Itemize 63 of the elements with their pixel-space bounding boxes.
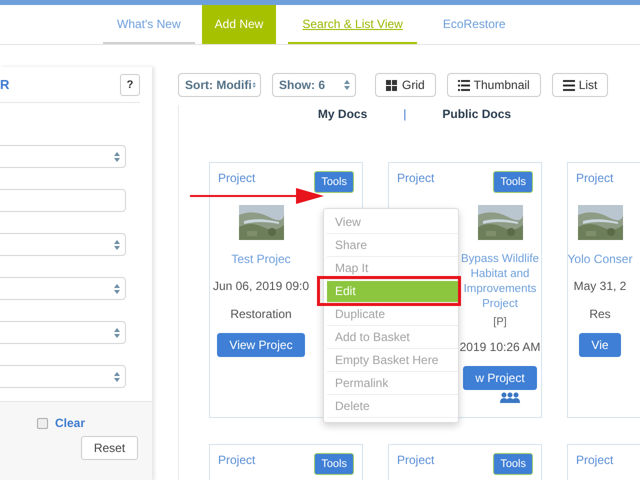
- sort-select[interactable]: Sort: Modifi: [178, 73, 261, 97]
- menu-icon: [562, 80, 575, 90]
- select-arrows-icon: [343, 79, 351, 91]
- view-project-button[interactable]: View Projec: [217, 333, 305, 357]
- select-arrows-icon: [113, 238, 121, 250]
- docs-tab[interactable]: Public Docs: [442, 107, 512, 121]
- project-title-link[interactable]: Test Projec: [231, 252, 291, 267]
- card-type-label[interactable]: Project: [218, 171, 256, 185]
- menu-item[interactable]: Map It: [327, 258, 458, 280]
- select-arrows-icon: [113, 326, 121, 338]
- view-project-button[interactable]: w Project: [463, 366, 537, 390]
- card-type-label[interactable]: Project: [397, 453, 434, 467]
- checkbox[interactable]: [36, 418, 48, 428]
- select-field[interactable]: [0, 277, 126, 300]
- view-list-button[interactable]: List: [552, 73, 608, 97]
- menu-item[interactable]: Add to Basket: [327, 327, 458, 349]
- select-field[interactable]: [0, 321, 126, 344]
- view-thumbnail-button[interactable]: Thumbnail: [446, 73, 541, 97]
- project-date: May 31, 2: [574, 279, 626, 293]
- panel-title: R: [0, 77, 10, 92]
- tools-button[interactable]: Tools: [314, 171, 354, 193]
- view-project-button[interactable]: Vie: [579, 333, 621, 357]
- grid-icon: [386, 80, 398, 90]
- project-title-link[interactable]: Bypass Wildlife Habitat and Improvements Project: [460, 252, 540, 312]
- input-field[interactable]: [0, 189, 126, 212]
- view-grid-button[interactable]: Grid: [375, 73, 436, 97]
- select-arrows-icon: [113, 370, 121, 382]
- menu-item[interactable]: View: [327, 212, 458, 234]
- menu-item[interactable]: Edit: [327, 281, 458, 303]
- select-arrows-icon: [113, 150, 121, 162]
- add-new-button[interactable]: Add New: [202, 5, 276, 44]
- card-type-label[interactable]: Project: [397, 171, 434, 185]
- menu-item[interactable]: Duplicate: [327, 304, 458, 326]
- select-field[interactable]: [0, 233, 126, 256]
- tab-separator: |: [403, 107, 406, 121]
- project-title-link[interactable]: Yolo Conser: [568, 252, 632, 267]
- project-date: Jun 06, 2019 09:0: [212, 279, 310, 293]
- menu-item[interactable]: Delete: [327, 396, 458, 418]
- card-type-label[interactable]: Project: [576, 453, 614, 467]
- tools-button[interactable]: Tools: [314, 453, 354, 475]
- project-date: 2019 10:26 AM: [460, 340, 540, 354]
- list-icon: [458, 80, 470, 90]
- clear-link[interactable]: Clear: [54, 416, 85, 430]
- card-type-label[interactable]: Project: [576, 171, 614, 185]
- select-arrows-icon: [113, 282, 121, 294]
- nav-tab[interactable]: EcoRestore: [428, 5, 520, 44]
- select-field[interactable]: [0, 365, 126, 388]
- docs-tab[interactable]: My Docs: [318, 107, 368, 121]
- project-type: Restoration: [230, 307, 292, 321]
- show-select[interactable]: Show: 6: [272, 73, 356, 97]
- card-type-label[interactable]: Project: [218, 453, 256, 467]
- tools-button[interactable]: Tools: [493, 171, 533, 193]
- menu-item[interactable]: Empty Basket Here: [327, 350, 458, 372]
- menu-item[interactable]: Share: [327, 235, 458, 257]
- project-type: Res: [589, 307, 611, 321]
- reset-button[interactable]: Reset: [81, 436, 138, 460]
- nav-tab[interactable]: Search & List View: [288, 5, 417, 44]
- help-button[interactable]: ?: [120, 74, 140, 96]
- project-tag: [P]: [493, 316, 507, 328]
- menu-item[interactable]: Permalink: [327, 373, 458, 395]
- nav-tab[interactable]: What's New: [103, 5, 195, 44]
- select-field[interactable]: [0, 145, 126, 168]
- tools-button[interactable]: Tools: [493, 453, 533, 475]
